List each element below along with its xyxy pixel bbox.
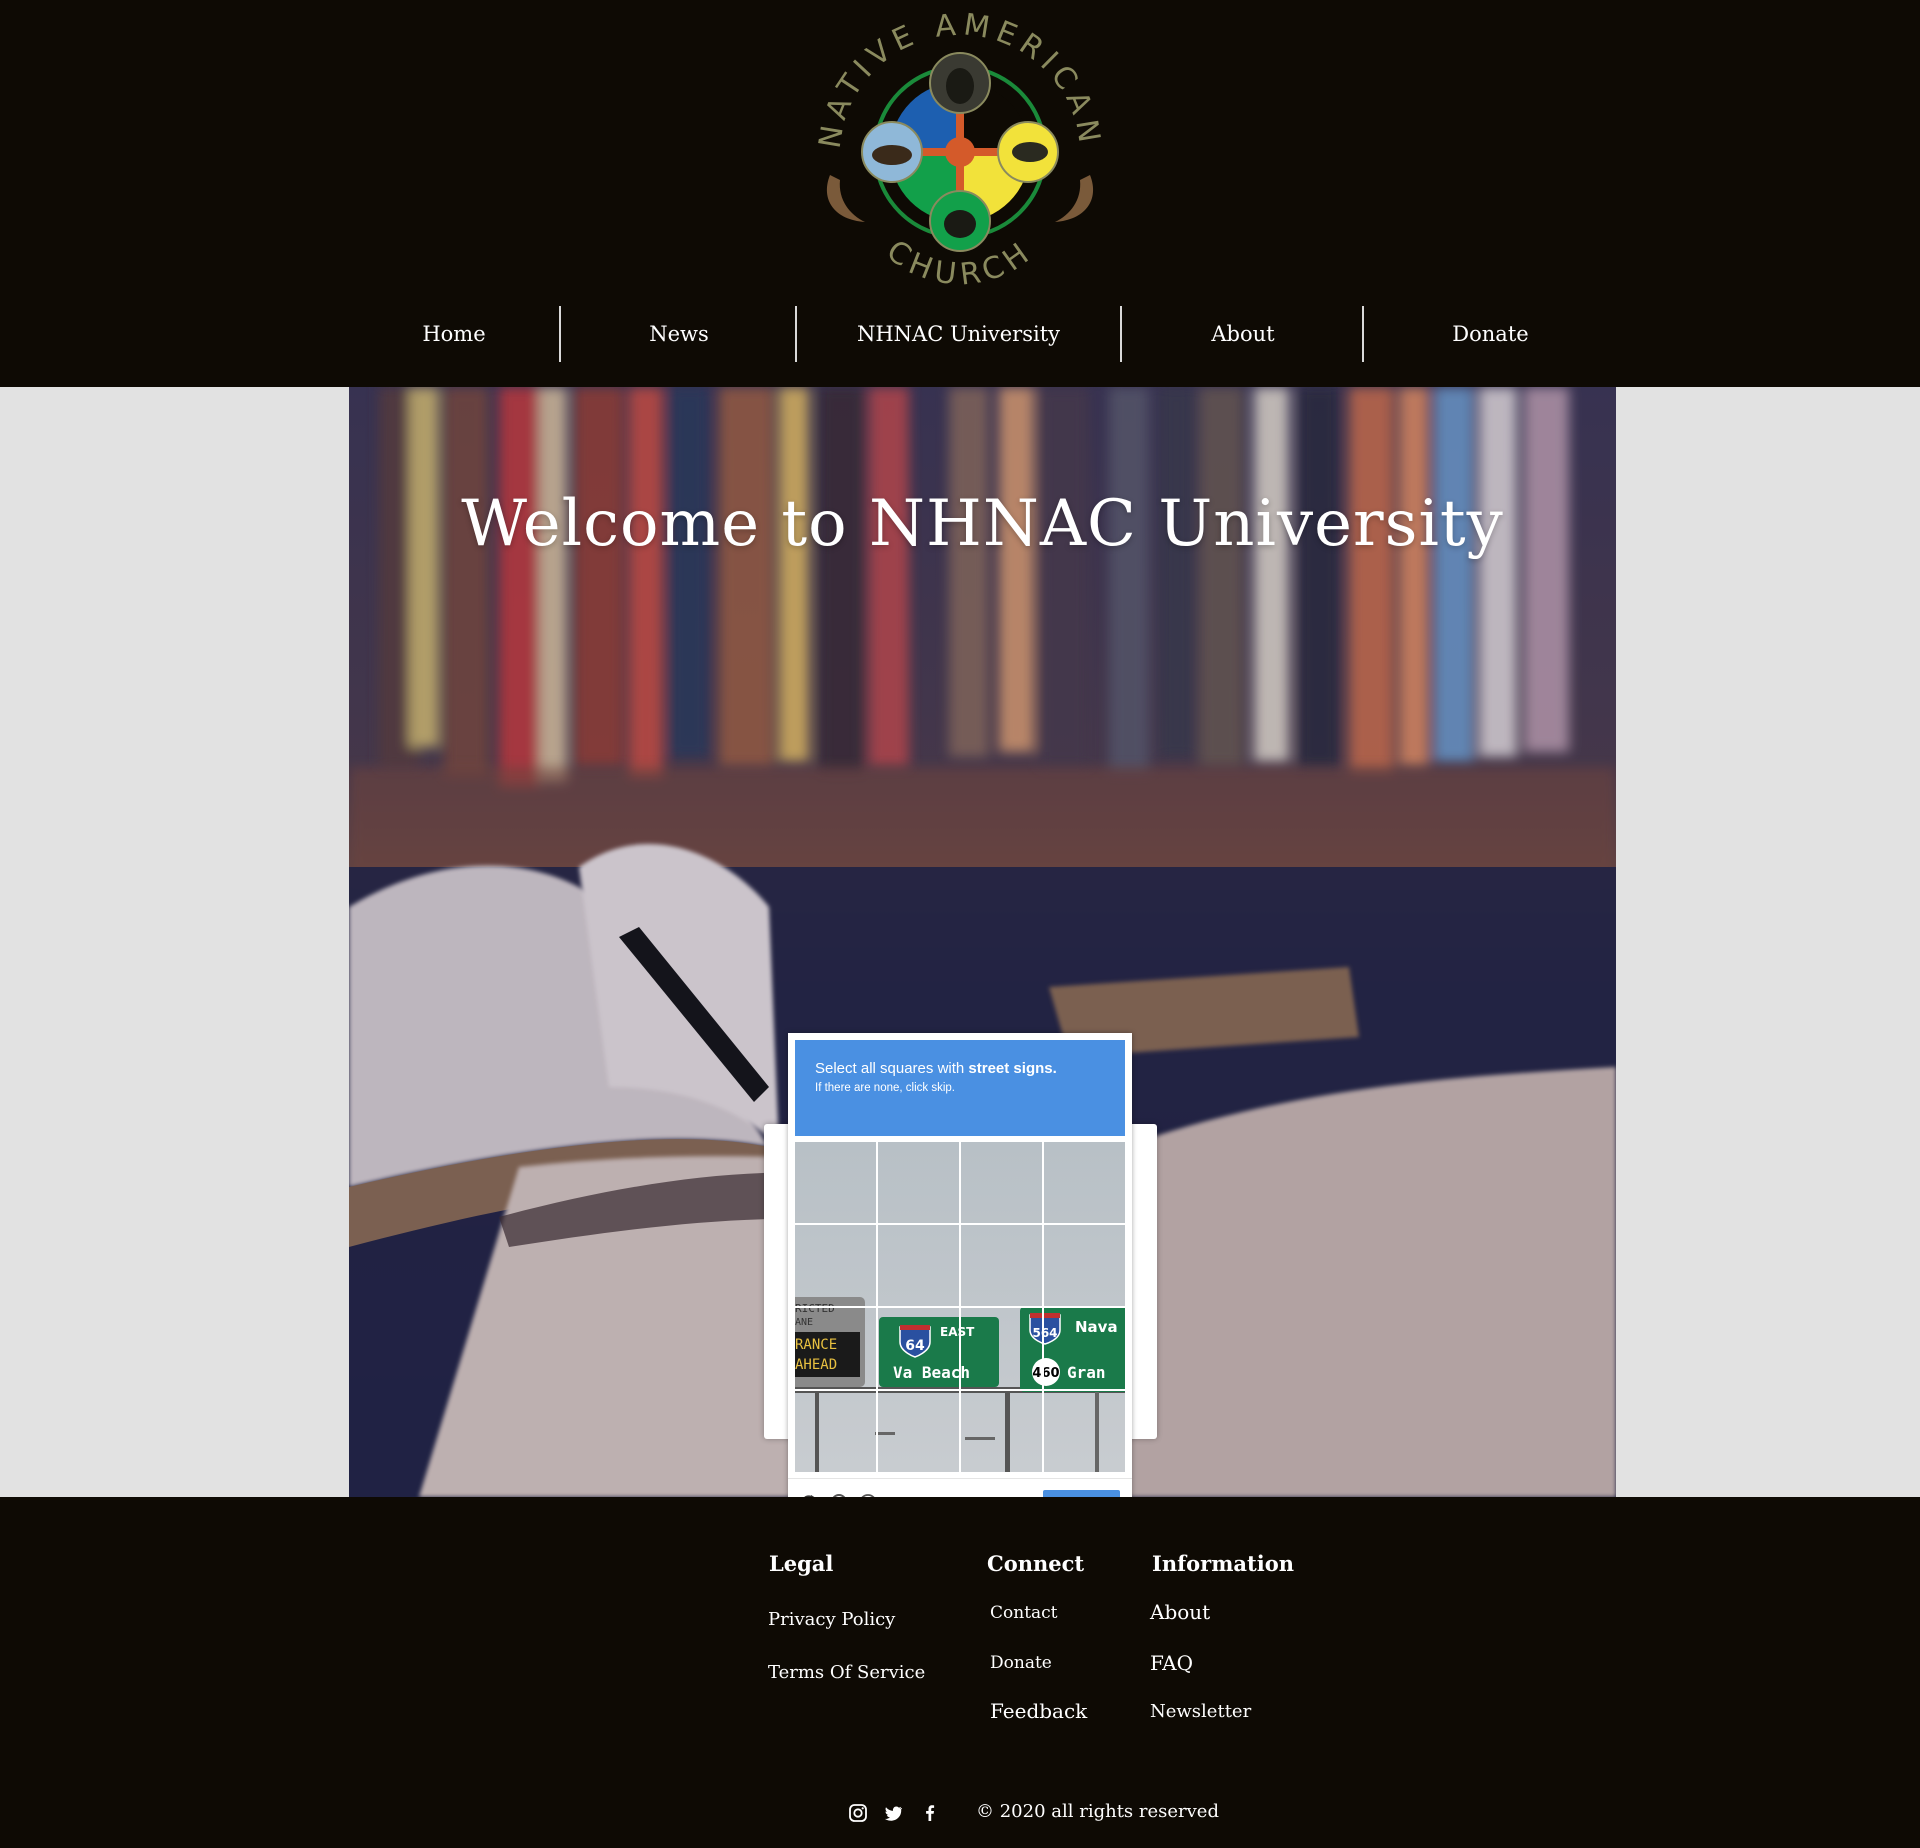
copyright-text: © 2020 all rights reserved <box>976 1801 1219 1822</box>
twitter-icon[interactable] <box>883 1802 905 1824</box>
captcha-tile[interactable] <box>961 1391 1041 1471</box>
main-nav: Home News NHNAC University About Donate <box>349 306 1617 362</box>
captcha-tile[interactable] <box>1044 1225 1124 1305</box>
footer-heading-connect: Connect <box>987 1551 1085 1576</box>
captcha-challenge: Select all squares with street signs. If… <box>788 1033 1132 1530</box>
nav-news[interactable]: News <box>561 306 797 362</box>
footer-link-terms-of-service[interactable]: Terms Of Service <box>768 1662 925 1683</box>
captcha-tile[interactable] <box>795 1391 875 1471</box>
footer-link-feedback[interactable]: Feedback <box>990 1699 1087 1723</box>
captcha-tile[interactable] <box>878 1391 958 1471</box>
captcha-tile[interactable] <box>961 1142 1041 1222</box>
captcha-header: Select all squares with street signs. If… <box>795 1040 1125 1136</box>
captcha-tile[interactable] <box>1044 1142 1124 1222</box>
captcha-tile[interactable] <box>961 1225 1041 1305</box>
captcha-tile[interactable] <box>961 1308 1041 1388</box>
captcha-instruction: Select all squares with street signs. <box>815 1060 1057 1077</box>
footer-link-privacy-policy[interactable]: Privacy Policy <box>768 1609 895 1630</box>
captcha-tile[interactable] <box>878 1308 958 1388</box>
captcha-tile[interactable] <box>878 1225 958 1305</box>
nav-home[interactable]: Home <box>349 306 559 362</box>
nav-about[interactable]: About <box>1122 306 1364 362</box>
footer-link-faq[interactable]: FAQ <box>1150 1651 1193 1675</box>
captcha-tile[interactable] <box>878 1142 958 1222</box>
site-footer: Legal Privacy Policy Terms Of Service Co… <box>0 1497 1920 1848</box>
footer-link-donate[interactable]: Donate <box>990 1653 1052 1673</box>
captcha-instruction-prefix: Select all squares with <box>815 1060 969 1077</box>
captcha-tile[interactable] <box>795 1225 875 1305</box>
footer-link-about[interactable]: About <box>1150 1600 1210 1624</box>
facebook-icon[interactable] <box>919 1802 941 1824</box>
nav-nhnac-university[interactable]: NHNAC University <box>797 306 1120 362</box>
footer-link-newsletter[interactable]: Newsletter <box>1150 1701 1251 1722</box>
captcha-instruction-target: street signs. <box>968 1060 1057 1077</box>
captcha-tile[interactable] <box>795 1308 875 1388</box>
site-header: NATIVE AMERICAN CHURCH Home News NHNAC U… <box>0 0 1920 387</box>
footer-heading-legal: Legal <box>769 1551 834 1576</box>
instagram-icon[interactable] <box>847 1802 869 1824</box>
footer-heading-information: Information <box>1152 1551 1294 1576</box>
captcha-image-grid: RICTED ANE RANCE AHEAD 64 EAST Va Beach … <box>795 1142 1125 1472</box>
captcha-tile[interactable] <box>795 1142 875 1222</box>
footer-link-contact[interactable]: Contact <box>990 1603 1058 1623</box>
captcha-tile[interactable] <box>1044 1308 1124 1388</box>
captcha-tile[interactable] <box>1044 1391 1124 1471</box>
captcha-sub-instruction: If there are none, click skip. <box>815 1082 955 1094</box>
hero-title: Welcome to NHNAC University <box>461 487 1504 561</box>
native-american-church-logo[interactable]: NATIVE AMERICAN CHURCH <box>810 7 1110 300</box>
nav-donate[interactable]: Donate <box>1364 306 1617 362</box>
main-content: Welcome to NHNAC University Select all s… <box>0 387 1920 1530</box>
